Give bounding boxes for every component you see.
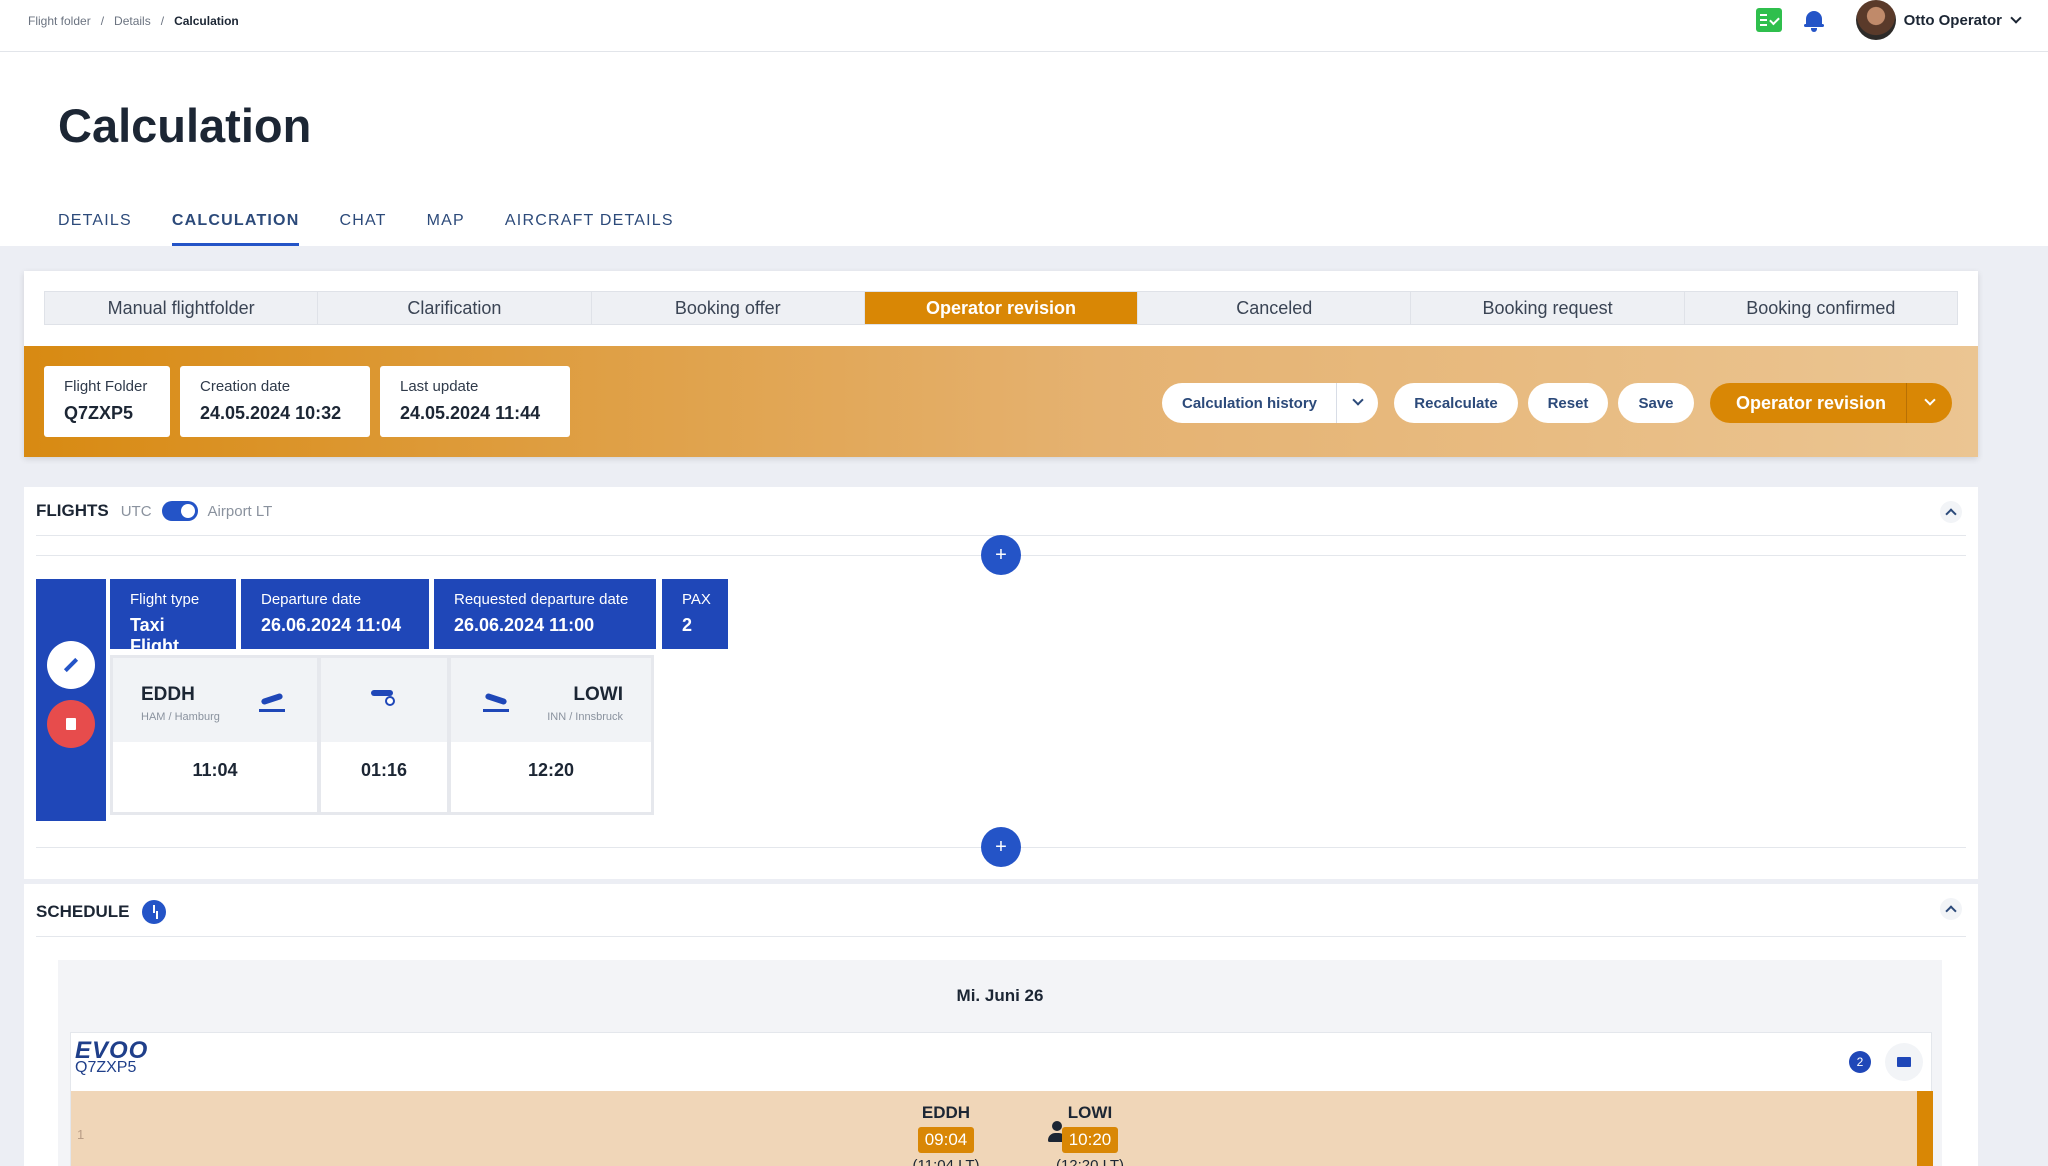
info-banner: Flight Folder Q7ZXP5 Creation date 24.05… <box>24 346 1978 457</box>
departure-date-box: Departure date 26.06.2024 11:04 <box>241 579 429 649</box>
step-operator-revision[interactable]: Operator revision <box>864 292 1139 324</box>
calculation-history-button[interactable]: Calculation history <box>1162 383 1378 423</box>
step-booking-confirmed[interactable]: Booking confirmed <box>1685 292 1957 324</box>
status-stepper: Manual flightfolder Clarification Bookin… <box>44 291 1958 325</box>
departure-code: EDDH <box>141 684 195 705</box>
leg-arrival-lt: (12:20 LT) <box>1055 1157 1125 1166</box>
tab-aircraft-details[interactable]: AIRCRAFT DETAILS <box>505 212 674 246</box>
creation-date: 24.05.2024 10:32 <box>200 403 342 423</box>
pax-box: PAX 2 <box>662 579 728 649</box>
flight-duration: 01:16 <box>321 658 447 812</box>
message-count-badge: 2 <box>1849 1051 1871 1073</box>
breadcrumb-details[interactable]: Details <box>114 14 151 28</box>
flights-section: FLIGHTS UTC Airport LT + Flight type Tax… <box>24 487 1978 879</box>
flight-type-box: Flight type Taxi Flight <box>110 579 236 656</box>
airport-lt-label: Airport LT <box>207 502 273 520</box>
departure-time: 11:04 <box>192 760 238 780</box>
schedule-title: SCHEDULE <box>36 902 130 921</box>
breadcrumb-current: Calculation <box>174 14 239 28</box>
step-canceled[interactable]: Canceled <box>1138 292 1412 324</box>
schedule-section: SCHEDULE Mi. Juni 26 EVOO Q7ZXP5 2 1 EDD… <box>24 884 1978 1166</box>
page-title: Calculation <box>58 99 312 152</box>
trash-icon <box>66 718 76 730</box>
flight-folder-box: Flight Folder Q7ZXP5 <box>44 366 170 437</box>
status-card: Manual flightfolder Clarification Bookin… <box>24 271 1978 457</box>
arrival-code: LOWI <box>573 684 623 705</box>
chevron-down-icon[interactable] <box>1924 394 1936 406</box>
departure-city: HAM / Hamburg <box>141 711 220 723</box>
mail-icon[interactable] <box>1885 1043 1923 1081</box>
user-name[interactable]: Otto Operator <box>1904 12 2002 29</box>
step-clarification[interactable]: Clarification <box>318 292 592 324</box>
last-update-box: Last update 24.05.2024 11:44 <box>380 366 570 437</box>
pencil-icon <box>63 657 79 673</box>
pax-count: 2 <box>682 615 693 635</box>
leg-status-bar <box>1917 1091 1933 1166</box>
landing-icon <box>481 690 511 712</box>
leg-arrival-time: 10:20 <box>1061 1127 1119 1153</box>
recalculate-button[interactable]: Recalculate <box>1394 383 1518 423</box>
notification-bell-icon[interactable] <box>1802 8 1826 32</box>
collapse-schedule-icon[interactable] <box>1940 898 1962 920</box>
tab-calculation[interactable]: CALCULATION <box>171 212 300 246</box>
top-bar: Flight folder / Details / Calculation Otto… <box>0 0 2048 52</box>
leg-number: 1 <box>77 1127 85 1142</box>
operator-revision-button[interactable]: Operator revision <box>1710 383 1952 423</box>
breadcrumb: Flight folder / Details / Calculation <box>28 14 239 28</box>
departure-airport: EDDH HAM / Hamburg 11:04 <box>113 658 317 812</box>
chevron-down-icon[interactable] <box>1352 394 1364 406</box>
delete-flight-button[interactable] <box>47 700 95 748</box>
tab-details[interactable]: DETAILS <box>58 212 132 246</box>
schedule-leg[interactable]: 1 EDDH 09:04 (11:04 LT) LOWI 10:20 (12:2… <box>71 1091 1933 1166</box>
flight-type: Taxi Flight <box>130 615 179 656</box>
schedule-row: EVOO Q7ZXP5 2 1 EDDH 09:04 (11:04 LT) LO… <box>70 1032 1933 1166</box>
flight-duration-icon <box>367 684 397 706</box>
utc-label: UTC <box>120 502 152 520</box>
chevron-down-icon[interactable] <box>2010 12 2022 24</box>
requested-departure-box: Requested departure date 26.06.2024 11:0… <box>434 579 656 649</box>
add-flight-above-button[interactable]: + <box>981 535 1021 575</box>
flights-title: FLIGHTS <box>36 501 109 520</box>
creation-date-box: Creation date 24.05.2024 10:32 <box>180 366 370 437</box>
arrival-airport: LOWI INN / Innsbruck 12:20 <box>451 658 651 812</box>
aircraft-registration: Q7ZXP5 <box>75 1059 137 1076</box>
tab-map[interactable]: MAP <box>427 212 465 246</box>
route-card: EDDH HAM / Hamburg 11:04 01:16 LOWI INN … <box>110 655 654 815</box>
flight-folder-id: Q7ZXP5 <box>64 403 134 423</box>
checklist-icon[interactable] <box>1755 8 1782 32</box>
arrival-city: INN / Innsbruck <box>547 711 623 723</box>
breadcrumb-flight-folder[interactable]: Flight folder <box>28 14 91 28</box>
leg-arrival: LOWI 10:20 (12:20 LT) <box>1035 1103 1145 1166</box>
tab-chat[interactable]: CHAT <box>339 212 386 246</box>
last-update: 24.05.2024 11:44 <box>400 403 541 423</box>
leg-departure-time: 09:04 <box>917 1127 975 1153</box>
leg-departure: EDDH 09:04 (11:04 LT) <box>891 1103 1001 1166</box>
arrival-time: 12:20 <box>527 760 575 780</box>
schedule-timeline: Mi. Juni 26 EVOO Q7ZXP5 2 1 EDDH 09:04 (… <box>58 960 1942 1166</box>
save-button[interactable]: Save <box>1618 383 1694 423</box>
edit-flight-button[interactable] <box>47 641 95 689</box>
avatar[interactable] <box>1855 0 1896 40</box>
timezone-toggle[interactable] <box>161 501 198 521</box>
collapse-flights-icon[interactable] <box>1940 501 1962 523</box>
reset-button[interactable]: Reset <box>1528 383 1608 423</box>
schedule-day: Mi. Juni 26 <box>956 986 1044 1005</box>
clock-icon[interactable] <box>141 900 166 924</box>
takeoff-icon <box>257 690 287 712</box>
add-flight-below-button[interactable]: + <box>981 827 1021 867</box>
tab-bar: DETAILS CALCULATION CHAT MAP AIRCRAFT DE… <box>58 212 674 246</box>
leg-departure-lt: (11:04 LT) <box>912 1157 980 1166</box>
step-manual-flightfolder[interactable]: Manual flightfolder <box>45 292 319 324</box>
step-booking-offer[interactable]: Booking offer <box>592 292 865 324</box>
step-booking-request[interactable]: Booking request <box>1411 292 1685 324</box>
departure-date: 26.06.2024 11:04 <box>261 615 402 635</box>
requested-departure-date: 26.06.2024 11:00 <box>454 615 595 635</box>
duration: 01:16 <box>360 760 408 780</box>
